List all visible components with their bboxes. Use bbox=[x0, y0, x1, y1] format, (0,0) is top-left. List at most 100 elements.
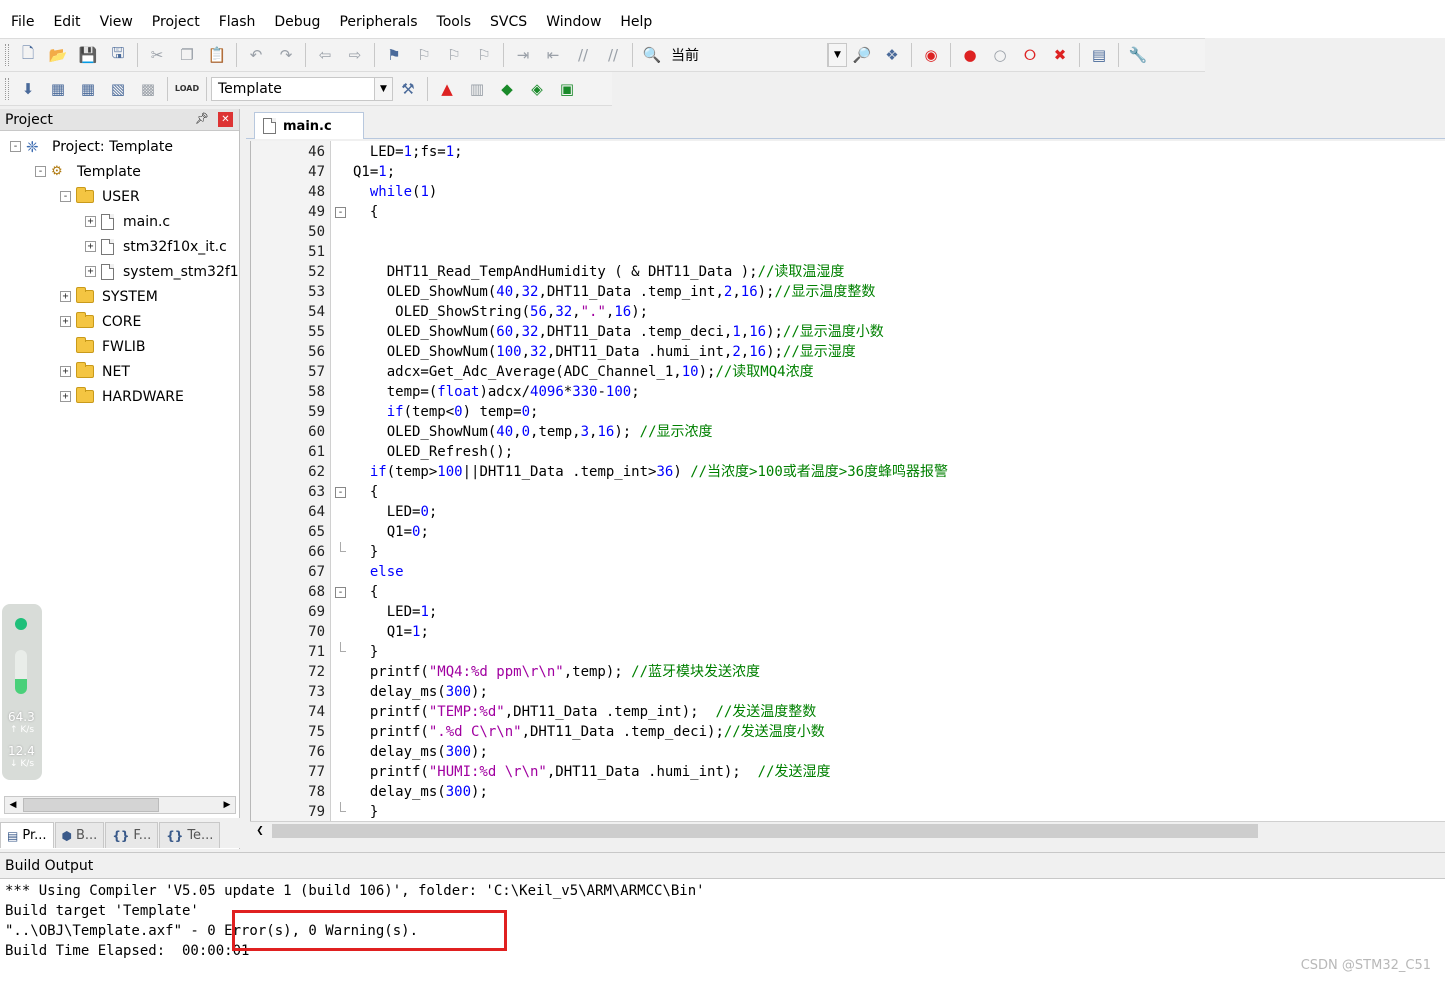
undo-icon[interactable]: ↶ bbox=[241, 41, 271, 69]
bottom-tab-2[interactable]: {} F... bbox=[105, 822, 159, 848]
code-line[interactable]: 79 } bbox=[251, 802, 1445, 821]
code-line[interactable]: 49- { bbox=[251, 202, 1445, 222]
expand-icon[interactable]: + bbox=[85, 241, 96, 252]
menu-help[interactable]: Help bbox=[609, 6, 660, 38]
code-line[interactable]: 53 OLED_ShowNum(40,32,DHT11_Data .temp_i… bbox=[251, 282, 1445, 302]
menu-edit[interactable]: Edit bbox=[42, 6, 88, 38]
run-time-environment-icon[interactable]: ▣ bbox=[552, 75, 582, 103]
bottom-tab-1[interactable]: ⬢ B... bbox=[54, 822, 105, 848]
code-line[interactable]: 70 Q1=1; bbox=[251, 622, 1445, 642]
build-output-panel[interactable]: *** Using Compiler 'V5.05 update 1 (buil… bbox=[0, 878, 1445, 983]
menu-window[interactable]: Window bbox=[535, 6, 609, 38]
scroll-right-icon[interactable]: ▶ bbox=[219, 797, 235, 813]
insert-bookmark-icon[interactable]: ⚑ bbox=[379, 41, 409, 69]
code-line[interactable]: 50 bbox=[251, 222, 1445, 242]
browse-icon[interactable]: ❖ bbox=[877, 41, 907, 69]
menu-peripherals[interactable]: Peripherals bbox=[328, 6, 425, 38]
breakpoint-icon[interactable]: ● bbox=[955, 41, 985, 69]
code-line[interactable]: 72 printf("MQ4:%d ppm\r\n",temp); //蓝牙模块… bbox=[251, 662, 1445, 682]
code-line[interactable]: 52 DHT11_Read_TempAndHumidity ( & DHT11_… bbox=[251, 262, 1445, 282]
close-icon[interactable]: ✕ bbox=[218, 112, 233, 127]
tree-group-system[interactable]: + SYSTEM bbox=[60, 284, 158, 309]
code-line[interactable]: 69 LED=1; bbox=[251, 602, 1445, 622]
menu-file[interactable]: File bbox=[0, 6, 42, 38]
rebuild-icon[interactable]: ▦ bbox=[73, 75, 103, 103]
code-line[interactable]: 73 delay_ms(300); bbox=[251, 682, 1445, 702]
select-pack-icon[interactable]: ◆ bbox=[492, 75, 522, 103]
collapse-icon[interactable]: - bbox=[10, 141, 21, 152]
expand-icon[interactable]: + bbox=[60, 391, 71, 402]
translate-icon[interactable]: ⬇ bbox=[13, 75, 43, 103]
code-line[interactable]: 63- { bbox=[251, 482, 1445, 502]
save-all-icon[interactable]: 🖫 bbox=[103, 41, 133, 69]
build-icon[interactable]: ▦ bbox=[43, 75, 73, 103]
manage-components-icon[interactable]: ▲ bbox=[432, 75, 462, 103]
menu-view[interactable]: View bbox=[89, 6, 141, 38]
download-icon[interactable]: LOAD bbox=[172, 75, 202, 103]
menu-flash[interactable]: Flash bbox=[208, 6, 264, 38]
tree-group-hardware[interactable]: + HARDWARE bbox=[60, 384, 184, 409]
configure-icon[interactable]: 🔧 bbox=[1123, 41, 1153, 69]
comment-icon[interactable]: // bbox=[568, 41, 598, 69]
code-line[interactable]: 78 delay_ms(300); bbox=[251, 782, 1445, 802]
code-line[interactable]: 58 temp=(float)adcx/4096*330-100; bbox=[251, 382, 1445, 402]
uncomment-icon[interactable]: // bbox=[598, 41, 628, 69]
fold-collapse-icon[interactable]: - bbox=[335, 207, 346, 218]
tree-project-root[interactable]: - ❈ Project: Template bbox=[10, 134, 173, 159]
expand-icon[interactable]: + bbox=[60, 291, 71, 302]
code-line[interactable]: 57 adcx=Get_Adc_Average(ADC_Channel_1,10… bbox=[251, 362, 1445, 382]
open-file-icon[interactable]: 📂 bbox=[43, 41, 73, 69]
next-bookmark-icon[interactable]: ⚐ bbox=[439, 41, 469, 69]
code-line[interactable]: 46 LED=1;fs=1; bbox=[251, 142, 1445, 162]
disable-all-breakpoints-icon[interactable]: ⭘ bbox=[1015, 41, 1045, 69]
menu-project[interactable]: Project bbox=[141, 6, 208, 38]
debug-session-icon[interactable]: ◉ bbox=[916, 41, 946, 69]
find-in-files-icon[interactable]: 🔍 bbox=[637, 41, 667, 69]
pin-icon[interactable]: 📌︎ bbox=[195, 112, 209, 125]
toolbar-grip[interactable] bbox=[5, 77, 9, 100]
redo-icon[interactable]: ↷ bbox=[271, 41, 301, 69]
code-line[interactable]: 71 } bbox=[251, 642, 1445, 662]
code-line[interactable]: 67 else bbox=[251, 562, 1445, 582]
code-line[interactable]: 48 while(1) bbox=[251, 182, 1445, 202]
code-line[interactable]: 76 delay_ms(300); bbox=[251, 742, 1445, 762]
scroll-left-icon[interactable]: ❮ bbox=[252, 823, 268, 839]
cut-icon[interactable]: ✂ bbox=[142, 41, 172, 69]
code-line[interactable]: 47 Q1=1; bbox=[251, 162, 1445, 182]
code-line[interactable]: 62 if(temp>100||DHT11_Data .temp_int>36)… bbox=[251, 462, 1445, 482]
tab-main-c[interactable]: main.c bbox=[254, 112, 364, 139]
window-layout-icon[interactable]: ▤ bbox=[1084, 41, 1114, 69]
code-line[interactable]: 74 printf("TEMP:%d",DHT11_Data .temp_int… bbox=[251, 702, 1445, 722]
save-icon[interactable]: 💾 bbox=[73, 41, 103, 69]
code-line[interactable]: 65 Q1=0; bbox=[251, 522, 1445, 542]
code-line[interactable]: 60 OLED_ShowNum(40,0,temp,3,16); //显示浓度 bbox=[251, 422, 1445, 442]
menu-debug[interactable]: Debug bbox=[263, 6, 328, 38]
unindent-icon[interactable]: ⇤ bbox=[538, 41, 568, 69]
expand-icon[interactable]: + bbox=[85, 266, 96, 277]
tree-group-fwlib[interactable]: +FWLIB bbox=[60, 334, 145, 359]
batch-build-icon[interactable]: ▧ bbox=[103, 75, 133, 103]
code-line[interactable]: 59 if(temp<0) temp=0; bbox=[251, 402, 1445, 422]
kill-breakpoints-icon[interactable]: ✖ bbox=[1045, 41, 1075, 69]
project-horizontal-scrollbar[interactable]: ◀ ▶ bbox=[4, 796, 236, 814]
target-select[interactable]: Template ▼ bbox=[211, 76, 393, 101]
file-extensions-icon[interactable]: ▥ bbox=[462, 75, 492, 103]
tree-group-user[interactable]: - USER bbox=[60, 184, 140, 209]
code-line[interactable]: 61 OLED_Refresh(); bbox=[251, 442, 1445, 462]
previous-bookmark-icon[interactable]: ⚐ bbox=[409, 41, 439, 69]
find-combo-dropdown[interactable]: ▼ bbox=[827, 43, 847, 67]
collapse-icon[interactable]: - bbox=[60, 191, 71, 202]
fold-collapse-icon[interactable]: - bbox=[335, 487, 346, 498]
code-line[interactable]: 56 OLED_ShowNum(100,32,DHT11_Data .humi_… bbox=[251, 342, 1445, 362]
disable-breakpoint-icon[interactable]: ○ bbox=[985, 41, 1015, 69]
code-line[interactable]: 64 LED=0; bbox=[251, 502, 1445, 522]
bottom-tab-3[interactable]: {} Te... bbox=[159, 822, 221, 848]
tree-group-core[interactable]: + CORE bbox=[60, 309, 141, 334]
copy-icon[interactable]: ❐ bbox=[172, 41, 202, 69]
menu-svcs[interactable]: SVCS bbox=[479, 6, 535, 38]
clear-bookmarks-icon[interactable]: ⚐ bbox=[469, 41, 499, 69]
code-line[interactable]: 66 } bbox=[251, 542, 1445, 562]
collapse-icon[interactable]: - bbox=[35, 166, 46, 177]
editor-horizontal-scrollbar[interactable]: ❮ bbox=[250, 821, 1445, 839]
tree-file[interactable]: + system_stm32f1 bbox=[85, 259, 239, 284]
